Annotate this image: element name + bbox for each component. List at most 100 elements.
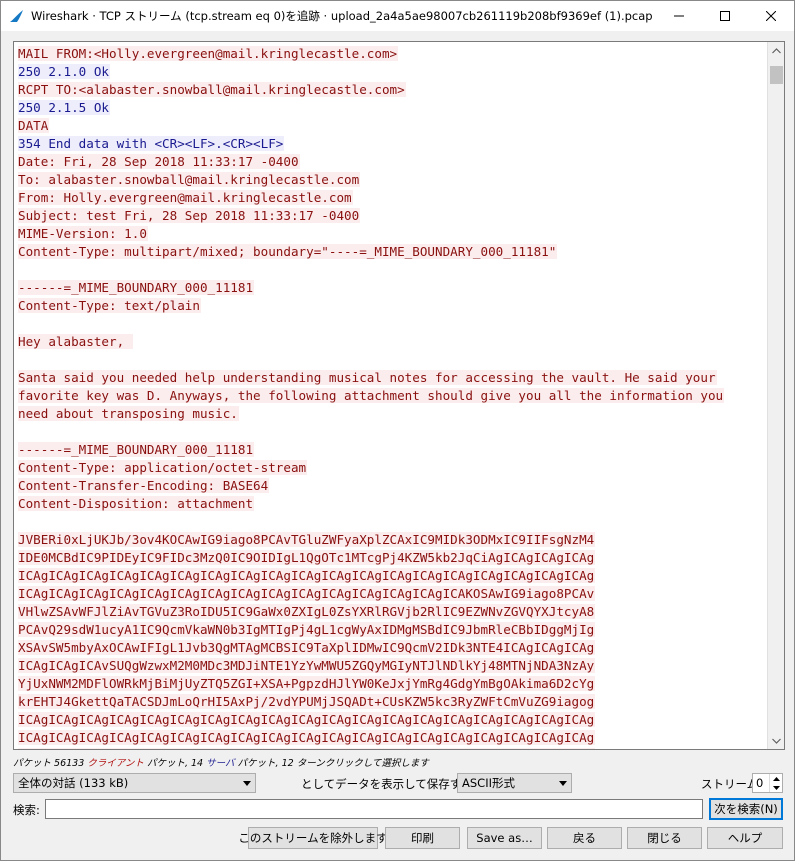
client-stream-line: IDE0MCBdIC9PIDEyIC9FIDc3MzQ0IC9OIDIgL1Qg…: [18, 549, 767, 567]
client-stream-line: ------=_MIME_BOUNDARY_000_11181: [18, 279, 767, 297]
stream-line-text: Content-Type: application/octet-stream: [18, 460, 308, 475]
client-stream-line: MIME-Version: 1.0: [18, 225, 767, 243]
client-stream-line: RCPT TO:<alabaster.snowball@mail.kringle…: [18, 81, 767, 99]
client-stream-line: To: alabaster.snowball@mail.kringlecastl…: [18, 171, 767, 189]
stream-line-text: DATA: [18, 118, 50, 133]
stream-line-text: To: alabaster.snowball@mail.kringlecastl…: [18, 172, 361, 187]
client-stream-line: Content-Type: multipart/mixed; boundary=…: [18, 243, 767, 261]
stream-line-text: Content-Type: text/plain: [18, 298, 201, 313]
stream-number-spinbox[interactable]: 0: [752, 773, 783, 793]
scroll-down-button[interactable]: [768, 732, 784, 749]
client-stream-line: From: Holly.evergreen@mail.kringlecastle…: [18, 189, 767, 207]
client-stream-line: Santa said you needed help understanding…: [18, 369, 767, 387]
chevron-down-icon: [772, 738, 781, 744]
spin-down-button[interactable]: [770, 783, 782, 792]
stream-line-text: MAIL FROM:<Holly.evergreen@mail.kringlec…: [18, 46, 399, 61]
client-stream-line: ICAgICAgICAgICAgICAgICAgICAgICAgICAgICAg…: [18, 711, 767, 729]
client-stream-line: [18, 261, 767, 279]
window-title: Wireshark · TCP ストリーム (tcp.stream eq 0)を…: [31, 9, 653, 23]
format-select[interactable]: ASCII形式: [457, 773, 572, 793]
back-button[interactable]: 戻る: [547, 827, 622, 849]
help-button[interactable]: ヘルプ: [707, 827, 783, 849]
scroll-thumb[interactable]: [770, 66, 783, 84]
client-stream-line: [18, 315, 767, 333]
stream-line-text: krEHTJ4GkettQaTACSDJmLoQrHI5AxPj/2vdYPUM…: [18, 694, 596, 709]
status-suffix: パケット, 12 ターンクリックして選択します: [237, 758, 429, 769]
stream-line-text: Content-Transfer-Encoding: BASE64: [18, 478, 270, 493]
client-stream-line: ICAgICAgICAvSUQgWzwxM2M0MDc3MDJiNTE1YzYw…: [18, 657, 767, 675]
client-stream-line: krEHTJ4GkettQaTACSDJmLoQrHI5AxPj/2vdYPUM…: [18, 693, 767, 711]
stream-line-text: JVBERi0xLjUKJb/3ov4KOCAwIG9iago8PCAvTGlu…: [18, 532, 596, 547]
stream-line-text: Content-Disposition: attachment: [18, 496, 255, 511]
status-prefix: パケット 56133: [13, 758, 85, 769]
stream-line-text: ICAgICAgICAvSUQgWzwxM2M0MDc3MDJiNTE1YzYw…: [18, 658, 596, 673]
save-as-button[interactable]: Save as…: [467, 827, 542, 849]
stream-line-text: Santa said you needed help understanding…: [18, 370, 717, 385]
close-icon: [766, 11, 776, 21]
wireshark-fin-icon: [10, 10, 23, 22]
client-stream-line: ICAgICAgICAgICAgICAgICAgICAgICAgICAgICAg…: [18, 567, 767, 585]
client-stream-line: VHlwZSAvWFJlZiAvTGVuZ3RoIDU5IC9GaWx0ZXIg…: [18, 603, 767, 621]
print-button[interactable]: 印刷: [385, 827, 460, 849]
spin-up-button[interactable]: [770, 774, 782, 783]
minimize-button[interactable]: [656, 1, 702, 31]
stream-line-text: [18, 262, 19, 277]
close-window-button[interactable]: [748, 1, 794, 31]
status-server-label: サーバ: [206, 758, 235, 769]
stream-line-text: Hey alabaster,: [18, 334, 133, 349]
conversation-select-value: 全体の対話 (133 kB): [18, 776, 129, 790]
conversation-select[interactable]: 全体の対話 (133 kB): [13, 773, 256, 793]
stream-line-text: MIME-Version: 1.0: [18, 226, 148, 241]
chevron-down-icon: [772, 785, 780, 790]
stream-line-text: YjUxNWM2MDFlOWRkMjBiMjUyZTQ5ZGI+XSA+Pgpz…: [18, 676, 596, 691]
client-stream-line: Content-Transfer-Encoding: BASE64: [18, 477, 767, 495]
stream-line-text: ------=_MIME_BOUNDARY_000_11181: [18, 280, 255, 295]
client-stream-line: Subject: test Fri, 28 Sep 2018 11:33:17 …: [18, 207, 767, 225]
maximize-button[interactable]: [702, 1, 748, 31]
vertical-scrollbar[interactable]: [767, 42, 784, 749]
stream-line-text: From: Holly.evergreen@mail.kringlecastle…: [18, 190, 353, 205]
chevron-up-icon: [772, 47, 781, 53]
find-next-button[interactable]: 次を検索(N): [709, 798, 783, 820]
stream-line-text: ICAgICAgICAgICAgICAgICAgICAgICAgICAgICAg…: [18, 586, 596, 601]
stream-number-label: ストリーム: [701, 777, 759, 791]
status-mid: パケット, 14: [146, 758, 204, 769]
client-stream-line: Content-Type: text/plain: [18, 297, 767, 315]
stream-line-text: need about transposing music.: [18, 406, 239, 421]
stream-line-text: ICAgICAgICAgICAgICAgICAgICAgICAgICAgICAg…: [18, 748, 596, 749]
client-stream-line: Hey alabaster,: [18, 333, 767, 351]
client-stream-line: DATA: [18, 117, 767, 135]
stream-line-text: Content-Type: multipart/mixed; boundary=…: [18, 244, 558, 259]
stream-line-text: ICAgICAgICAgICAgICAgICAgICAgICAgICAgICAg…: [18, 712, 596, 727]
client-stream-line: ICAgICAgICAgICAgICAgICAgICAgICAgICAgICAg…: [18, 747, 767, 749]
minimize-icon: [674, 15, 684, 17]
title-bar: Wireshark · TCP ストリーム (tcp.stream eq 0)を…: [1, 1, 794, 31]
client-stream-line: XSAvSW5mbyAxOCAwIFIgL1Jvb3QgMTAgMCBSIC9T…: [18, 639, 767, 657]
client-stream-line: Date: Fri, 28 Sep 2018 11:33:17 -0400: [18, 153, 767, 171]
client-stream-line: [18, 423, 767, 441]
server-stream-line: 354 End data with <CR><LF>.<CR><LF>: [18, 135, 767, 153]
stream-text-area[interactable]: MAIL FROM:<Holly.evergreen@mail.kringlec…: [13, 41, 785, 750]
client-stream-line: [18, 351, 767, 369]
stream-content: MAIL FROM:<Holly.evergreen@mail.kringlec…: [18, 45, 767, 749]
stream-line-text: [18, 316, 19, 331]
stream-status-text: パケット 56133 クライアント パケット, 14 サーバ パケット, 12 …: [13, 755, 429, 769]
close-button[interactable]: 閉じる: [627, 827, 702, 849]
search-input[interactable]: [45, 799, 703, 819]
format-select-value: ASCII形式: [462, 776, 515, 790]
client-stream-line: JVBERi0xLjUKJb/3ov4KOCAwIG9iago8PCAvTGlu…: [18, 531, 767, 549]
stream-line-text: [18, 352, 19, 367]
stream-line-text: PCAvQ29sdW1ucyA1IC9QcmVkaWN0b3IgMTIgPj4g…: [18, 622, 596, 637]
search-label: 検索:: [13, 803, 40, 817]
stream-line-text: IDE0MCBdIC9PIDEyIC9FIDc3MzQ0IC9OIDIgL1Qg…: [18, 550, 596, 565]
chevron-down-icon: [239, 780, 255, 786]
scroll-up-button[interactable]: [768, 42, 784, 59]
client-stream-line: ICAgICAgICAgICAgICAgICAgICAgICAgICAgICAg…: [18, 729, 767, 747]
stream-line-text: Subject: test Fri, 28 Sep 2018 11:33:17 …: [18, 208, 361, 223]
filter-out-stream-button[interactable]: このストリームを除外します: [238, 827, 388, 849]
client-stream-line: Content-Type: application/octet-stream: [18, 459, 767, 477]
chevron-down-icon: [555, 780, 571, 786]
client-stream-line: need about transposing music.: [18, 405, 767, 423]
client-stream-line: [18, 513, 767, 531]
chevron-up-icon: [772, 776, 780, 781]
